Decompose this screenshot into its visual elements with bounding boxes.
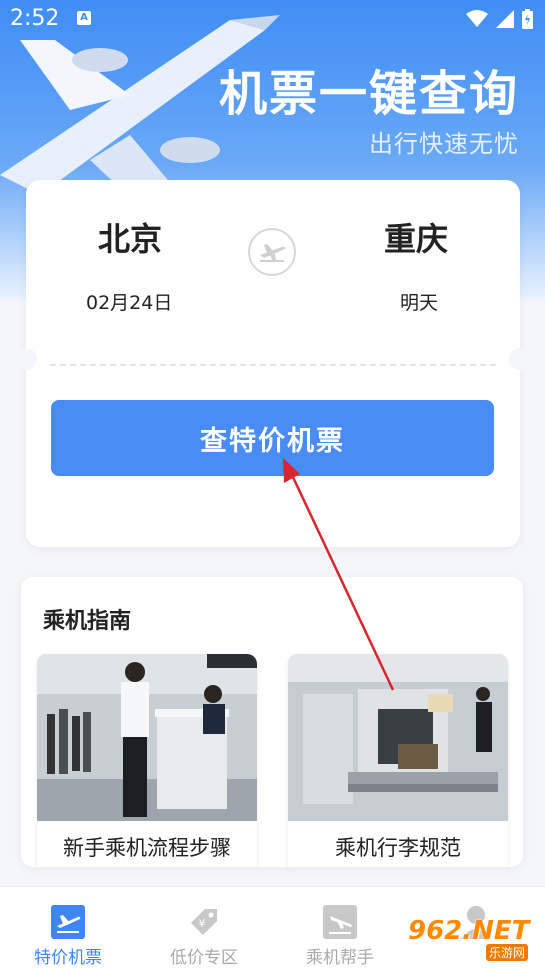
site-watermark: 962.NET <box>408 916 530 946</box>
signal-icon <box>496 10 514 28</box>
guide-item-luggage[interactable]: 乘机行李规范 <box>288 654 508 867</box>
arrival-city[interactable]: 重庆 <box>384 214 448 260</box>
status-icons <box>466 9 533 29</box>
ticket-notch-left <box>15 348 37 370</box>
departure-city[interactable]: 北京 <box>98 214 162 260</box>
status-time: 2:52 <box>10 6 60 31</box>
boarding-icon <box>323 905 357 939</box>
hero-title: 机票一键查询 <box>218 66 519 122</box>
checkin-counter-image <box>37 654 257 821</box>
search-cheap-flights-button[interactable]: 查特价机票 <box>51 400 494 476</box>
security-scanner-image <box>288 654 508 821</box>
plane-takeoff-icon <box>51 905 85 939</box>
boarding-guide-card: 乘机指南 新手乘机流程步骤 乘机行李规范 <box>21 577 523 867</box>
guide-item-label: 新手乘机流程步骤 <box>63 836 231 860</box>
hero-subtitle: 出行快速无忧 <box>369 130 519 158</box>
price-tag-icon: ¥ <box>191 909 217 935</box>
return-date[interactable]: 明天 <box>400 288 438 315</box>
svg-text:¥: ¥ <box>199 917 206 930</box>
guide-title: 乘机指南 <box>43 609 132 634</box>
tab-label: 特价机票 <box>34 948 102 968</box>
status-bar: 2:52 A <box>0 0 545 36</box>
guide-item-label: 乘机行李规范 <box>335 836 461 860</box>
ticket-notch-right <box>509 348 531 370</box>
battery-icon <box>522 9 533 29</box>
guide-item-checkin[interactable]: 新手乘机流程步骤 <box>37 654 257 867</box>
tab-boarding-helper[interactable]: 乘机帮手 <box>272 887 408 971</box>
tab-cheap-flights[interactable]: 特价机票 <box>0 887 136 971</box>
flight-search-card: 北京 重庆 02月24日 明天 查特价机票 <box>15 180 531 547</box>
a-notification-icon: A <box>77 11 91 25</box>
tab-label: 乘机帮手 <box>306 948 374 968</box>
airplane-icon <box>260 244 286 262</box>
tab-label: 低价专区 <box>170 948 238 968</box>
swap-cities-button[interactable] <box>248 228 296 276</box>
tab-low-price[interactable]: ¥ 低价专区 <box>136 887 272 971</box>
ticket-divider <box>50 364 496 366</box>
site-watermark-sub: 乐游网 <box>486 944 529 961</box>
wifi-icon <box>466 10 488 27</box>
departure-date[interactable]: 02月24日 <box>86 288 172 315</box>
